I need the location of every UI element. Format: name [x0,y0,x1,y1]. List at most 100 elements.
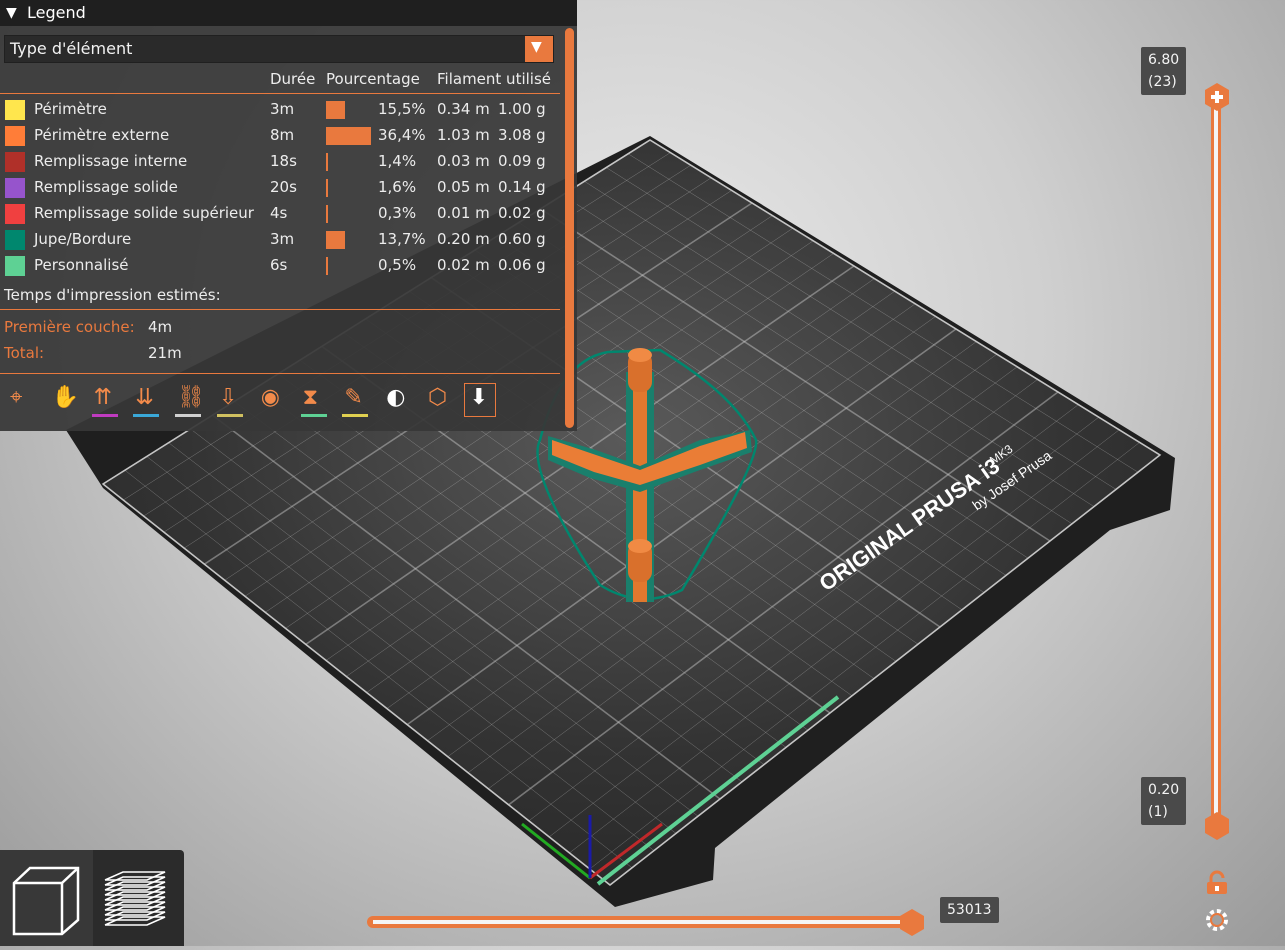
legend-separator [0,93,560,94]
bottom-layer-number: (1) [1148,804,1168,820]
feature-percentage: 0,3% [378,204,417,222]
legend-row[interactable]: Jupe/Bordure 3m 13,7% 0.20 m 0.60 g [0,226,560,252]
gear-icon[interactable] [1203,906,1231,934]
preview-button[interactable] [93,850,184,946]
lock-open-icon[interactable] [1204,870,1230,896]
feature-name: Périmètre [34,100,107,118]
column-duration-header: Durée [270,70,316,88]
view-type-select[interactable]: Type d'élément ▼ [4,35,554,63]
legend-panel: ▼ Legend Type d'élément ▼ Durée Pourcent… [0,0,577,431]
color-changes-icon[interactable]: ◉ [255,383,289,419]
feature-name: Remplissage solide [34,178,178,196]
percentage-bar [326,205,328,223]
first-layer-label: Première couche: [4,318,135,336]
deretractions-icon[interactable]: ⇊ [129,383,163,419]
column-percentage-header: Pourcentage [326,70,420,88]
percentage-bar [326,231,345,249]
feature-length: 0.05 m [437,178,490,196]
custom-gcode-icon[interactable]: ✎ [338,383,372,419]
feature-duration: 6s [270,256,288,274]
total-value: 21m [148,344,182,362]
feature-name: Remplissage solide supérieur [34,204,254,222]
view-type-value: Type d'élément [10,39,133,58]
top-layer-number: (23) [1148,74,1177,90]
retractions-icon[interactable]: ⇈ [88,383,122,419]
color-swatch [5,100,25,120]
feature-name: Personnalisé [34,256,129,274]
pause-icon[interactable]: ⧗ [297,383,331,419]
tool-changes-icon[interactable]: ⇩ [213,383,247,419]
legend-row[interactable]: Remplissage interne 18s 1,4% 0.03 m 0.09 g [0,148,560,174]
color-swatch [5,152,25,172]
legend-separator [0,373,560,374]
bottom-layer-height: 0.20 [1148,782,1180,798]
top-layer-tooltip: 6.80 (23) [1141,47,1187,95]
legend-row[interactable]: Remplissage solide supérieur 4s 0,3% 0.01 m… [0,200,560,226]
shells-icon[interactable]: ⬡ [422,383,456,419]
center-of-gravity-icon[interactable]: ◐ [380,383,414,419]
percentage-bar [326,153,328,171]
legend-separator [0,309,560,310]
feature-weight: 0.02 g [498,204,546,222]
feature-length: 1.03 m [437,126,490,144]
layer-slider-track[interactable] [1211,96,1221,826]
move-slider-track[interactable] [367,916,915,928]
legend-header[interactable]: ▼ Legend [0,0,577,26]
total-label: Total: [4,344,45,362]
feature-duration: 8m [270,126,295,144]
feature-percentage: 1,6% [378,178,417,196]
color-swatch [5,178,25,198]
legend-title: Legend [27,3,86,22]
preview-layers-icon [104,871,166,926]
feature-length: 0.01 m [437,204,490,222]
feature-duration: 4s [270,204,288,222]
view-type-dropdown-button[interactable]: ▼ [525,36,553,62]
feature-weight: 3.08 g [498,126,546,144]
feature-weight: 1.00 g [498,100,546,118]
feature-length: 0.34 m [437,100,490,118]
wipe-icon[interactable]: ✋ [46,383,80,419]
3d-view-icon [12,866,80,936]
percentage-bar [326,179,328,197]
seams-icon[interactable]: ⛓ [171,383,205,419]
legend-row[interactable]: Personnalisé 6s 0,5% 0.02 m 0.06 g [0,252,560,278]
top-thumb-plus-icon[interactable] [1203,82,1231,112]
tool-marker-icon[interactable]: ⬇ [463,383,498,419]
move-value-tooltip: 53013 [940,897,999,923]
legend-row[interactable]: Périmètre 3m 15,5% 0.34 m 1.00 g [0,96,560,122]
top-layer-height: 6.80 [1148,52,1180,68]
feature-length: 0.20 m [437,230,490,248]
first-layer-value: 4m [148,318,173,336]
color-swatch [5,204,25,224]
move-value: 53013 [947,902,992,918]
color-swatch [5,230,25,250]
feature-length: 0.02 m [437,256,490,274]
feature-percentage: 36,4% [378,126,426,144]
3d-view-button[interactable] [0,850,93,946]
legend-row[interactable]: Remplissage solide 20s 1,6% 0.05 m 0.14 g [0,174,560,200]
feature-duration: 3m [270,100,295,118]
feature-weight: 0.60 g [498,230,546,248]
feature-duration: 3m [270,230,295,248]
feature-length: 0.03 m [437,152,490,170]
feature-duration: 20s [270,178,297,196]
feature-percentage: 0,5% [378,256,417,274]
feature-weight: 0.09 g [498,152,546,170]
bottom-layer-tooltip: 0.20 (1) [1141,777,1187,825]
collapse-triangle-icon[interactable]: ▼ [6,0,17,26]
feature-name: Périmètre externe [34,126,170,144]
color-swatch [5,126,25,146]
travel-icon[interactable]: ⌖ [4,383,38,419]
estimated-times-title: Temps d'impression estimés: [4,286,221,304]
move-slider-thumb[interactable] [897,907,927,937]
feature-name: Jupe/Bordure [34,230,132,248]
feature-percentage: 13,7% [378,230,426,248]
feature-weight: 0.14 g [498,178,546,196]
column-filament-header: Filament utilisé [437,70,551,88]
feature-percentage: 15,5% [378,100,426,118]
percentage-bar [326,257,328,275]
legend-scrollbar[interactable] [565,28,574,428]
bottom-thumb-icon[interactable] [1203,811,1231,841]
percentage-bar [326,127,371,145]
legend-row[interactable]: Périmètre externe 8m 36,4% 1.03 m 3.08 g [0,122,560,148]
